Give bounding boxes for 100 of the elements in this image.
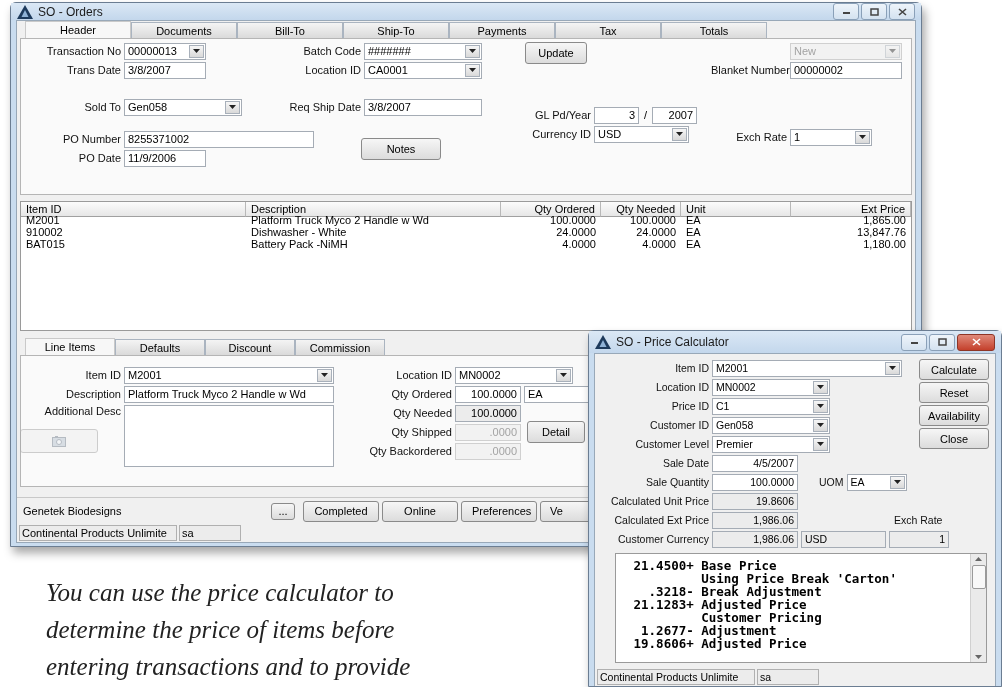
input-field[interactable]: 8255371002: [124, 130, 314, 148]
push-button[interactable]: ...: [271, 502, 295, 520]
tab[interactable]: Tax: [555, 22, 661, 38]
push-button[interactable]: Completed: [303, 500, 379, 522]
input-field[interactable]: 2007: [652, 106, 698, 124]
table-cell-text: 4.0000: [641, 238, 677, 250]
status-bar-panel: Continental Products Unlimite: [597, 669, 755, 685]
input-field[interactable]: 3: [594, 106, 639, 124]
push-button[interactable]: Close: [919, 428, 989, 449]
combo-box[interactable]: M2001: [712, 359, 902, 377]
input-field[interactable]: 4/5/2007: [712, 454, 798, 472]
tab[interactable]: Ship-To: [343, 22, 449, 38]
tab[interactable]: Bill-To: [237, 22, 343, 38]
field-label: Location ID: [304, 64, 361, 76]
tab[interactable]: Header: [25, 21, 131, 38]
tab[interactable]: Totals: [661, 22, 767, 38]
input-field[interactable]: 100.0000: [455, 385, 521, 403]
field-label: Exch Rate: [735, 131, 787, 143]
field-label: Qty Shipped: [390, 426, 452, 438]
input-field[interactable]: 100.0000: [712, 473, 798, 491]
field-label: Customer Currency: [616, 533, 709, 545]
table-cell-text: 24.0000: [555, 226, 597, 238]
column-header[interactable]: Qty Needed: [601, 202, 681, 217]
field-label: Qty Ordered: [390, 388, 452, 400]
combo-box[interactable]: Premier: [712, 435, 830, 453]
table-cell-text: EA: [685, 226, 702, 238]
push-button[interactable]: Availability: [919, 405, 989, 426]
table-cell-text: 910002: [25, 226, 64, 238]
field-label: Sale Date: [661, 457, 709, 469]
push-button[interactable]: Notes: [361, 138, 441, 160]
field-label: Trans Date: [66, 64, 121, 76]
table-cell-text: 100.0000: [550, 214, 597, 226]
push-button[interactable]: Online: [382, 500, 458, 522]
table-cell-text: BAT015: [25, 238, 66, 250]
field-label: Additional Desc: [43, 405, 121, 417]
table-cell-text: M2001: [25, 214, 61, 226]
combo-box[interactable]: Gen058: [124, 98, 242, 116]
tab[interactable]: Payments: [449, 22, 555, 38]
input-field[interactable]: 3/8/2007: [124, 61, 206, 79]
input-field[interactable]: 1: [889, 530, 949, 548]
push-button[interactable]: Detail: [527, 421, 585, 443]
input-field[interactable]: 19.8606: [712, 492, 798, 510]
column-header[interactable]: Description: [246, 202, 501, 217]
column-header[interactable]: Item ID: [21, 202, 246, 217]
field-label: Currency ID: [531, 128, 591, 140]
combo-box[interactable]: MN0002: [712, 378, 830, 396]
table-cell-text: 24.0000: [635, 226, 677, 238]
input-field[interactable]: 00000002: [790, 61, 902, 79]
log-line: Customer Pricing: [700, 611, 823, 624]
separator-text: /: [643, 109, 649, 121]
field-label: Sale Quantity: [644, 476, 709, 488]
tab[interactable]: Documents: [131, 22, 237, 38]
field-label: Location ID: [654, 381, 709, 393]
tab[interactable]: Commission: [295, 339, 385, 355]
input-field[interactable]: 100.0000: [455, 404, 521, 422]
status-bar-panel: Continental Products Unlimite: [19, 525, 177, 541]
field-label: Location ID: [395, 369, 452, 381]
tab[interactable]: Defaults: [115, 339, 205, 355]
input-field[interactable]: 3/8/2007: [364, 98, 482, 116]
table-cell-text: 4.0000: [561, 238, 597, 250]
table-cell-text: 13,847.76: [856, 226, 907, 238]
field-label: Customer ID: [649, 419, 709, 431]
table-cell-text: Battery Pack -NiMH: [250, 238, 349, 250]
column-header[interactable]: Unit: [681, 202, 791, 217]
table-cell-text: 1,180.00: [862, 238, 907, 250]
push-button[interactable]: Update: [525, 42, 587, 64]
input-field[interactable]: Platform Truck Myco 2 Handle w Wd: [124, 385, 334, 403]
window-title: SO - Orders: [38, 4, 104, 19]
push-button[interactable]: Calculate: [919, 359, 989, 380]
combo-box[interactable]: C1: [712, 397, 830, 415]
column-header[interactable]: Ext Price: [791, 202, 911, 217]
push-button[interactable]: Preferences: [461, 500, 537, 522]
combo-box[interactable]: EA: [846, 473, 907, 491]
push-button[interactable]: Reset: [919, 382, 989, 403]
combo-box[interactable]: Gen058: [712, 416, 830, 434]
combo-box[interactable]: 1: [790, 128, 872, 146]
combo-box[interactable]: 00000013: [124, 42, 206, 60]
input-field[interactable]: 1,986.06: [712, 530, 798, 548]
field-label: Qty Needed: [392, 407, 452, 419]
field-label: Item ID: [84, 369, 121, 381]
field-label: Exch Rate: [894, 514, 943, 526]
input-field[interactable]: 1,986.06: [712, 511, 798, 529]
tab[interactable]: Discount: [205, 339, 295, 355]
column-header[interactable]: Qty Ordered: [501, 202, 601, 217]
combo-box[interactable]: #######: [364, 42, 482, 60]
company-name: Genetek Biodesigns: [23, 505, 123, 517]
field-label: Customer Level: [634, 438, 709, 450]
field-label: Qty Backordered: [368, 445, 452, 457]
field-label: Sold To: [83, 101, 121, 113]
combo-box[interactable]: CA0001: [364, 61, 482, 79]
combo-box[interactable]: M2001: [124, 366, 334, 384]
input-field[interactable]: 11/9/2006: [124, 149, 206, 167]
window-title: SO - Price Calculator: [616, 335, 730, 349]
input-field[interactable]: USD: [801, 530, 886, 548]
field-label: UOM: [819, 476, 844, 488]
tab[interactable]: Line Items: [25, 338, 115, 355]
log-line: 19.8606+ Adjusted Price: [632, 637, 808, 650]
field-label: Description: [64, 388, 121, 400]
combo-box[interactable]: USD: [594, 125, 689, 143]
combo-box[interactable]: MN0002: [455, 366, 573, 384]
